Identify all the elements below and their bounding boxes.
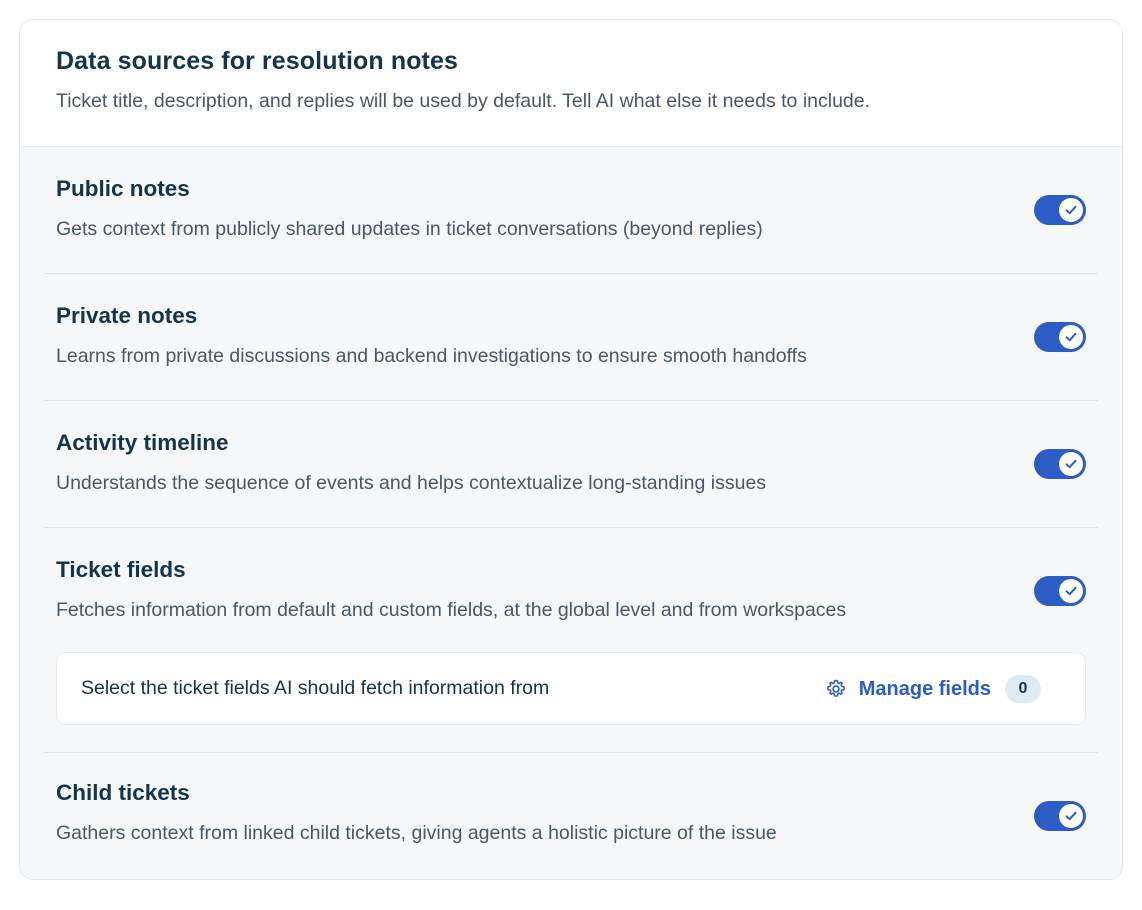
section-description: Gets context from publicly shared update… bbox=[56, 218, 763, 240]
section-public-notes: Public notes Gets context from publicly … bbox=[44, 147, 1098, 274]
data-source-list: Public notes Gets context from publicly … bbox=[20, 147, 1122, 879]
card-subtitle: Ticket title, description, and replies w… bbox=[56, 90, 871, 112]
section-title: Activity timeline bbox=[56, 430, 229, 455]
data-sources-card: Data sources for resolution notes Ticket… bbox=[19, 19, 1123, 880]
section-description: Learns from private discussions and back… bbox=[56, 345, 807, 367]
toggle-knob bbox=[1059, 198, 1083, 222]
section-title: Public notes bbox=[56, 176, 190, 201]
toggle-knob bbox=[1059, 804, 1083, 828]
ticket-fields-toggle[interactable] bbox=[1034, 576, 1086, 606]
card-title: Data sources for resolution notes bbox=[56, 47, 458, 75]
manage-fields-label: Manage fields bbox=[858, 677, 991, 700]
ticket-fields-prompt: Select the ticket fields AI should fetch… bbox=[81, 677, 550, 699]
manage-fields-button[interactable]: Manage fields 0 bbox=[825, 675, 1041, 703]
section-ticket-fields: Ticket fields Fetches information from d… bbox=[44, 528, 1098, 753]
ticket-fields-panel: Select the ticket fields AI should fetch… bbox=[56, 652, 1086, 725]
section-description: Gathers context from linked child ticket… bbox=[56, 822, 777, 844]
check-icon bbox=[1065, 459, 1077, 469]
public-notes-toggle[interactable] bbox=[1034, 195, 1086, 225]
section-description: Understands the sequence of events and h… bbox=[56, 472, 767, 494]
section-title: Private notes bbox=[56, 303, 198, 328]
gear-icon bbox=[826, 679, 845, 697]
check-icon bbox=[1065, 586, 1077, 596]
toggle-knob bbox=[1059, 325, 1083, 349]
toggle-knob bbox=[1059, 452, 1083, 476]
private-notes-toggle[interactable] bbox=[1034, 322, 1086, 352]
section-private-notes: Private notes Learns from private discus… bbox=[44, 274, 1098, 401]
section-description: Fetches information from default and cus… bbox=[56, 599, 847, 621]
section-title: Child tickets bbox=[56, 780, 190, 805]
card-header: Data sources for resolution notes Ticket… bbox=[20, 20, 1122, 147]
child-tickets-toggle[interactable] bbox=[1034, 801, 1086, 831]
section-activity-timeline: Activity timeline Understands the sequen… bbox=[44, 401, 1098, 528]
section-title: Ticket fields bbox=[56, 557, 186, 582]
check-icon bbox=[1065, 205, 1077, 215]
fields-count-badge: 0 bbox=[1005, 675, 1041, 703]
toggle-knob bbox=[1059, 579, 1083, 603]
section-child-tickets: Child tickets Gathers context from linke… bbox=[44, 753, 1098, 879]
activity-timeline-toggle[interactable] bbox=[1034, 449, 1086, 479]
check-icon bbox=[1065, 332, 1077, 342]
check-icon bbox=[1065, 811, 1077, 821]
